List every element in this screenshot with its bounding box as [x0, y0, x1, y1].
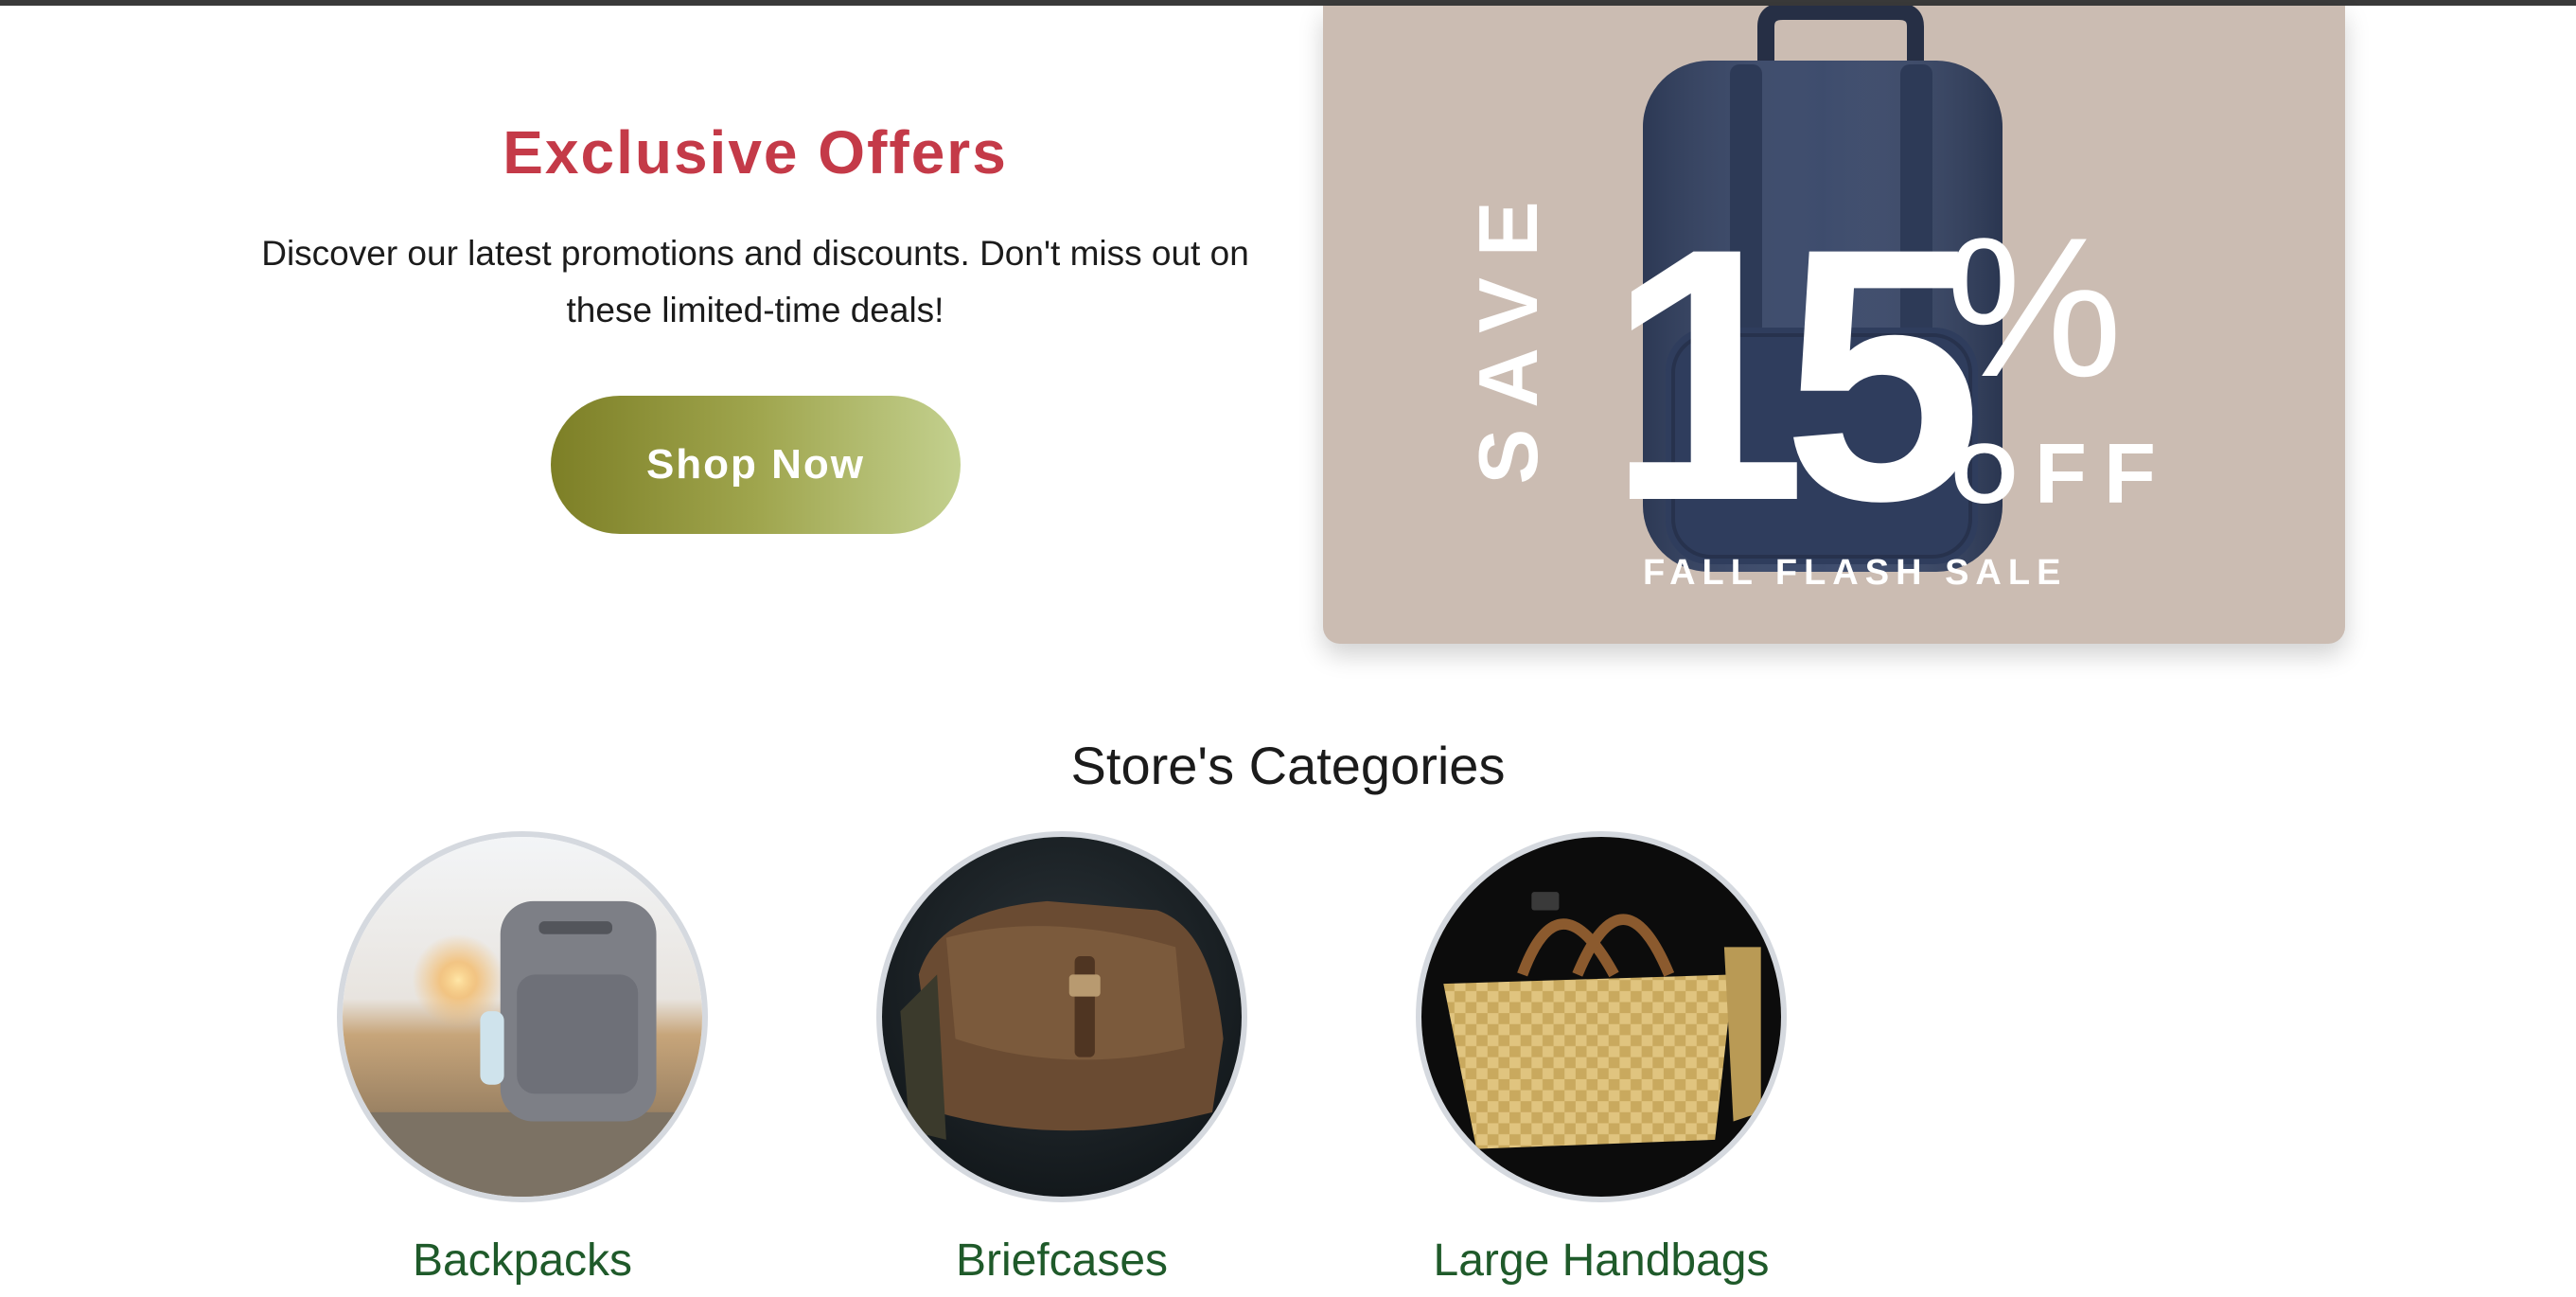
- category-card-large-handbags[interactable]: Large Handbags: [1412, 831, 1791, 1287]
- promo-subtitle: FALL FLASH SALE: [1643, 553, 2068, 593]
- category-label-briefcases[interactable]: Briefcases: [956, 1235, 1168, 1287]
- category-image-backpacks[interactable]: [337, 831, 708, 1202]
- promo-save-text: SAVE: [1461, 180, 1555, 485]
- category-label-large-handbags[interactable]: Large Handbags: [1434, 1235, 1770, 1287]
- promo-amount: 15: [1607, 173, 1983, 576]
- promo-percent-sign: %: [1946, 196, 2123, 418]
- category-image-large-handbags[interactable]: [1416, 831, 1787, 1202]
- offers-description: Discover our latest promotions and disco…: [261, 234, 1249, 329]
- grey-backpack-photo: [343, 837, 702, 1197]
- woven-gold-tote-photo: [1421, 837, 1781, 1197]
- brown-leather-bag-photo: [882, 837, 1242, 1197]
- category-card-briefcases[interactable]: Briefcases: [873, 831, 1251, 1287]
- promo-banner[interactable]: SAVE 15 % OFF FALL FLASH SALE: [1323, 6, 2345, 644]
- category-label-backpacks[interactable]: Backpacks: [413, 1235, 632, 1287]
- promo-off-text: OFF: [1951, 427, 2173, 522]
- category-card-backpacks[interactable]: Backpacks: [333, 831, 712, 1287]
- offers-title: Exclusive Offers: [503, 118, 1008, 187]
- category-image-briefcases[interactable]: [876, 831, 1247, 1202]
- shop-now-button[interactable]: Shop Now: [551, 396, 961, 534]
- offers-section: Exclusive Offers Discover our latest pro…: [0, 6, 1325, 649]
- categories-title: Store's Categories: [1070, 736, 1506, 795]
